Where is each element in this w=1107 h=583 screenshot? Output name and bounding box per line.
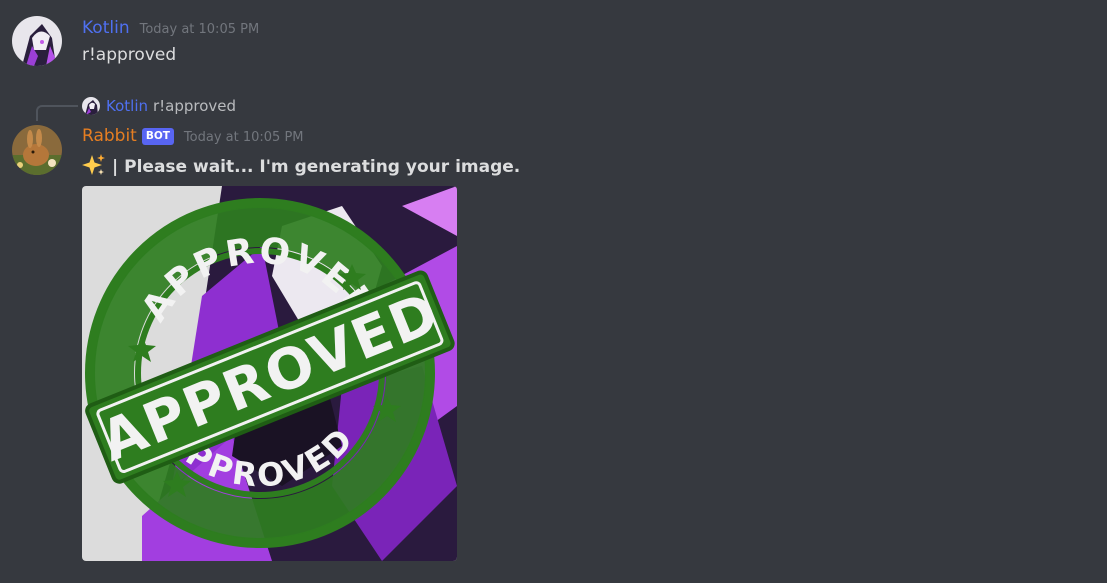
- timestamp[interactable]: Today at 10:05 PM: [140, 22, 260, 37]
- reply-avatar: [82, 97, 100, 115]
- avatar[interactable]: [12, 125, 62, 175]
- reply-username[interactable]: Kotlin: [106, 97, 148, 115]
- message-content: r!approved: [82, 45, 177, 65]
- username[interactable]: Kotlin: [82, 18, 130, 38]
- username[interactable]: Rabbit: [82, 126, 137, 146]
- message-text: | Please wait... I'm generating your ima…: [112, 157, 521, 177]
- sparkles-icon: [82, 154, 106, 176]
- message-content: | Please wait... I'm generating your ima…: [82, 154, 520, 177]
- reply-connector: [36, 105, 78, 121]
- bot-tag: BOT: [141, 128, 174, 145]
- reply-reference[interactable]: Kotlin r!approved: [82, 97, 236, 115]
- chat-area: Kotlin Today at 10:05 PM r!approved Kotl…: [0, 0, 1107, 583]
- reply-content[interactable]: r!approved: [153, 97, 236, 115]
- approved-stamp-image: APPROVED APPROVED APPROVED: [82, 186, 457, 561]
- timestamp[interactable]: Today at 10:05 PM: [184, 130, 304, 145]
- avatar[interactable]: [12, 16, 62, 66]
- image-attachment[interactable]: APPROVED APPROVED APPROVED: [82, 186, 457, 561]
